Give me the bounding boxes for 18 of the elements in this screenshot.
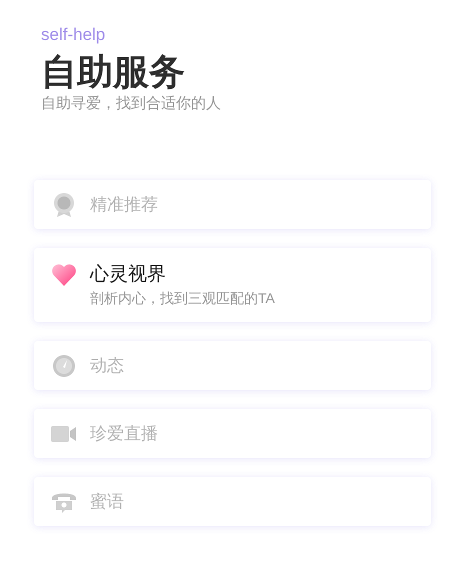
page-subtitle: 自助寻爱，找到合适你的人 [41,94,221,114]
service-card[interactable]: 心灵视界 剖析内心，找到三观匹配的TA [34,248,431,322]
service-label: 蜜语 [90,490,124,512]
service-card[interactable]: 精准推荐 [34,180,431,229]
service-card[interactable]: 蜜语 [34,477,431,526]
service-card[interactable]: 动态 [34,341,431,390]
service-label: 珍爱直播 [90,422,158,444]
service-label: 动态 [90,354,124,376]
service-card[interactable]: 珍爱直播 [34,409,431,458]
medal-icon [52,192,76,218]
service-label: 精准推荐 [90,194,158,216]
dial-icon [52,354,76,378]
service-description: 剖析内心，找到三观匹配的TA [90,289,275,308]
service-label: 心灵视界 [90,263,167,287]
video-camera-icon [51,424,77,444]
page-title: 自助服务 [41,52,185,92]
heart-icon [51,263,77,287]
eyebrow-label: self-help [41,24,106,46]
